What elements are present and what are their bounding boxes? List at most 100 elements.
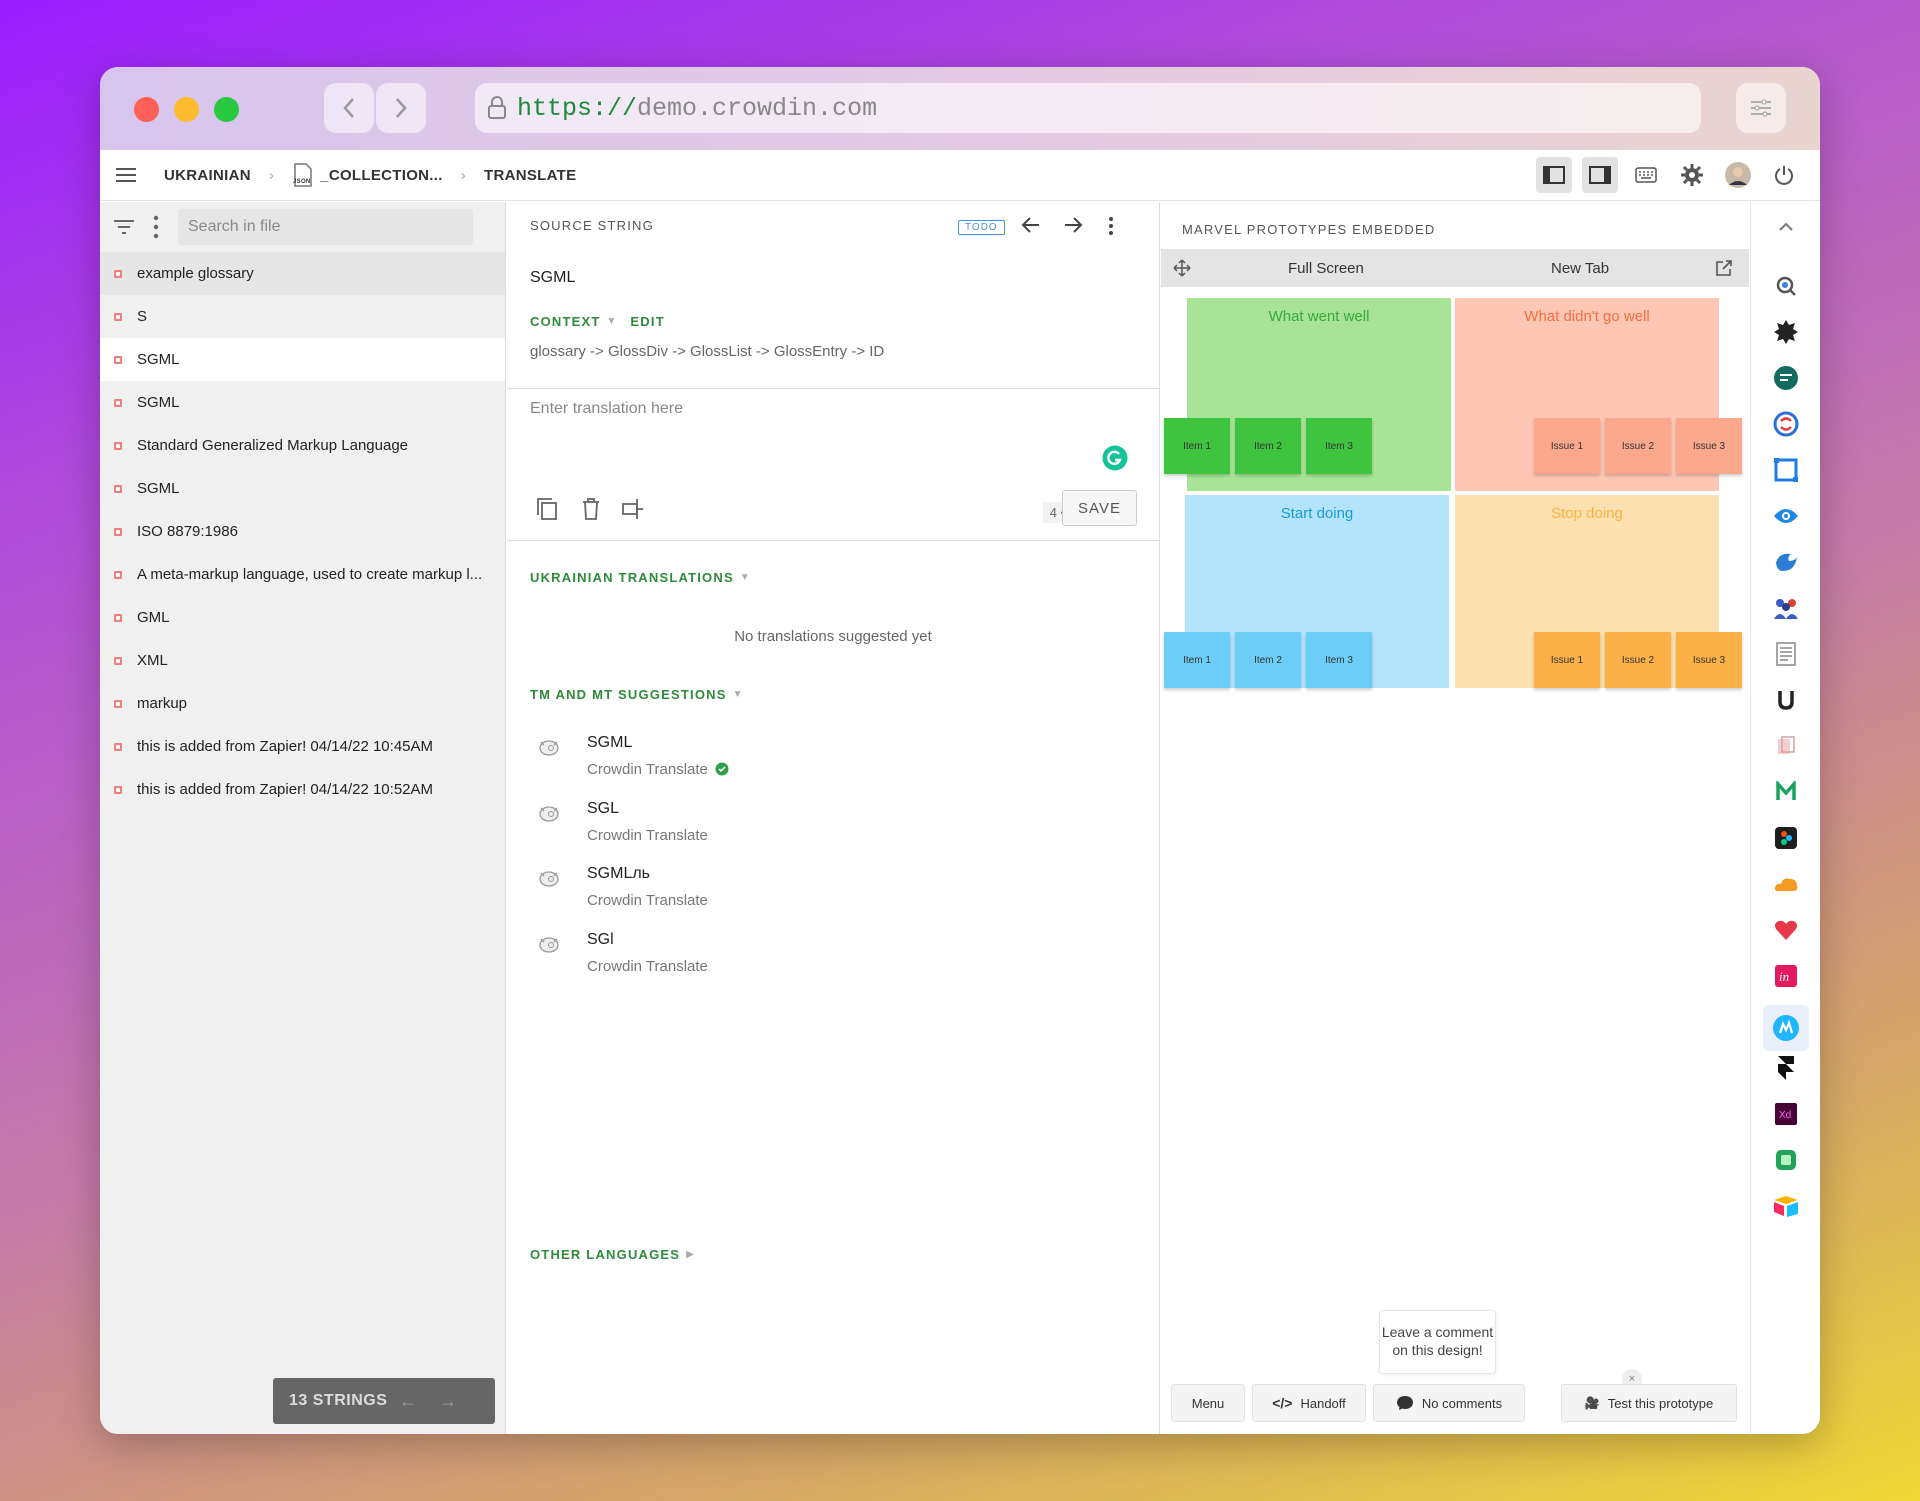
string-list-item[interactable]: this is added from Zapier! 04/14/22 10:4… [100,725,505,768]
settings-button[interactable] [1674,157,1710,193]
breadcrumb-file[interactable]: _COLLECTION... [320,167,443,184]
more-vertical-icon[interactable] [152,215,160,239]
app-document[interactable] [1769,637,1803,671]
string-list-item[interactable]: SGML [100,338,505,381]
minimize-window-button[interactable] [174,97,199,122]
strings-toolbar: Search in file [100,202,505,252]
app-bird[interactable] [1769,545,1803,579]
app-airtable[interactable] [1769,1189,1803,1223]
string-list-item[interactable]: S [100,295,505,338]
app-framer[interactable] [1769,1051,1803,1085]
grammarly-icon[interactable] [1102,445,1128,471]
app-search[interactable] [1769,269,1803,303]
back-button[interactable] [324,83,374,133]
left-panel-toggle[interactable] [1536,157,1572,193]
collapse-rail-button[interactable] [1769,210,1803,244]
string-list-item[interactable]: XML [100,639,505,682]
new-tab-button[interactable]: New Tab [1551,260,1609,277]
other-languages-header[interactable]: OTHER LANGUAGES ▶ [530,1247,694,1262]
panel-right-icon [1589,166,1611,184]
more-vertical-icon[interactable] [1107,216,1115,236]
context-path: glossary -> GlossDiv -> GlossList -> Glo… [530,343,885,360]
string-list-item[interactable]: SGML [100,467,505,510]
ukr-translations-header[interactable]: UKRAINIAN TRANSLATIONS ▼ [530,570,750,585]
string-list-item[interactable]: SGML [100,381,505,424]
app-octopus[interactable] [1769,315,1803,349]
apps-rail: in Xd [1750,202,1820,1434]
framer-icon [1778,1056,1794,1080]
handoff-button[interactable]: </> Handoff [1252,1384,1366,1422]
sticky-note: Item 3 [1306,632,1372,688]
translation-input[interactable]: Enter translation here [530,400,1130,480]
browser-chrome: https://demo.crowdin.com [100,67,1820,150]
arrow-right-icon[interactable] [1063,216,1083,234]
full-screen-button[interactable]: Full Screen [1288,260,1364,277]
edit-context-link[interactable]: EDIT [630,314,664,329]
app-sync[interactable] [1769,407,1803,441]
browser-settings-button[interactable] [1736,83,1786,133]
untranslated-status-icon [114,613,122,622]
m-logo-icon [1776,781,1796,800]
app-preview[interactable] [1769,499,1803,533]
hamburger-menu-icon[interactable] [116,167,136,183]
quadrant-title: Stop doing [1551,505,1623,522]
filter-icon[interactable] [114,220,134,234]
maximize-window-button[interactable] [214,97,239,122]
app-figma-square[interactable] [1769,821,1803,855]
move-icon[interactable] [1173,259,1191,277]
app-invision[interactable]: in [1769,959,1803,993]
logout-button[interactable] [1766,157,1802,193]
eye-icon [1774,509,1798,523]
external-link-icon[interactable] [1715,259,1733,277]
right-panel-toggle[interactable] [1582,157,1618,193]
string-list-item[interactable]: A meta-markup language, used to create m… [100,553,505,596]
save-button[interactable]: SAVE [1062,490,1137,526]
comments-button[interactable]: No comments [1373,1384,1525,1422]
app-files[interactable] [1769,729,1803,763]
app-cloud[interactable] [1769,867,1803,901]
breadcrumb-page: TRANSLATE [484,166,577,184]
string-list-item[interactable]: example glossary [100,252,505,295]
app-green[interactable] [1769,1143,1803,1177]
sticky-note: Issue 2 [1605,418,1671,474]
marvel-menu-button[interactable]: Menu [1171,1384,1245,1422]
tm-suggestion[interactable]: SGML Crowdin Translate [530,734,1130,804]
app-team[interactable] [1769,591,1803,625]
split-icon[interactable] [621,497,645,521]
string-nav-arrows[interactable]: ←→ [399,1391,479,1412]
suggestion-source-label: Crowdin Translate [587,892,708,909]
app-miro[interactable] [1769,775,1803,809]
test-prototype-button[interactable]: 🎥 Test this prototype [1561,1384,1737,1422]
app-heart[interactable] [1769,913,1803,947]
app-u[interactable] [1769,683,1803,717]
string-list-item[interactable]: GML [100,596,505,639]
app-marvel-active[interactable] [1763,1005,1809,1051]
close-window-button[interactable] [134,97,159,122]
string-list-item[interactable]: markup [100,682,505,725]
string-list-item[interactable]: this is added from Zapier! 04/14/22 10:5… [100,768,505,811]
context-toggle[interactable]: CONTEXT [530,314,601,329]
arrow-left-icon[interactable] [1021,216,1041,234]
address-bar[interactable]: https://demo.crowdin.com [475,83,1701,133]
user-avatar[interactable] [1720,157,1756,193]
search-input[interactable]: Search in file [178,209,473,245]
tm-suggestions-header[interactable]: TM AND MT SUGGESTIONS ▼ [530,687,743,702]
breadcrumb-language[interactable]: UKRAINIAN [164,167,251,184]
trash-icon[interactable] [582,497,600,521]
forward-button[interactable] [376,83,426,133]
no-comments-label: No comments [1421,1395,1503,1411]
keyboard-shortcuts-button[interactable] [1628,157,1664,193]
avatar-icon [1725,162,1751,188]
app-chat[interactable] [1769,361,1803,395]
string-list-item[interactable]: ISO 8879:1986 [100,510,505,553]
copy-source-icon[interactable] [536,497,558,521]
marvel-title: MARVEL PROTOTYPES EMBEDDED [1182,222,1436,237]
string-list-item[interactable]: Standard Generalized Markup Language [100,424,505,467]
marvel-panel: MARVEL PROTOTYPES EMBEDDED Full Screen N… [1161,202,1749,1434]
app-xd[interactable]: Xd [1769,1097,1803,1131]
tm-suggestion[interactable]: SGL Crowdin Translate [530,800,1130,870]
app-frame[interactable] [1769,453,1803,487]
comment-icon [1396,1396,1413,1410]
tm-suggestion[interactable]: SGl Crowdin Translate [530,931,1130,1001]
tm-suggestion[interactable]: SGMLль Crowdin Translate [530,865,1130,935]
